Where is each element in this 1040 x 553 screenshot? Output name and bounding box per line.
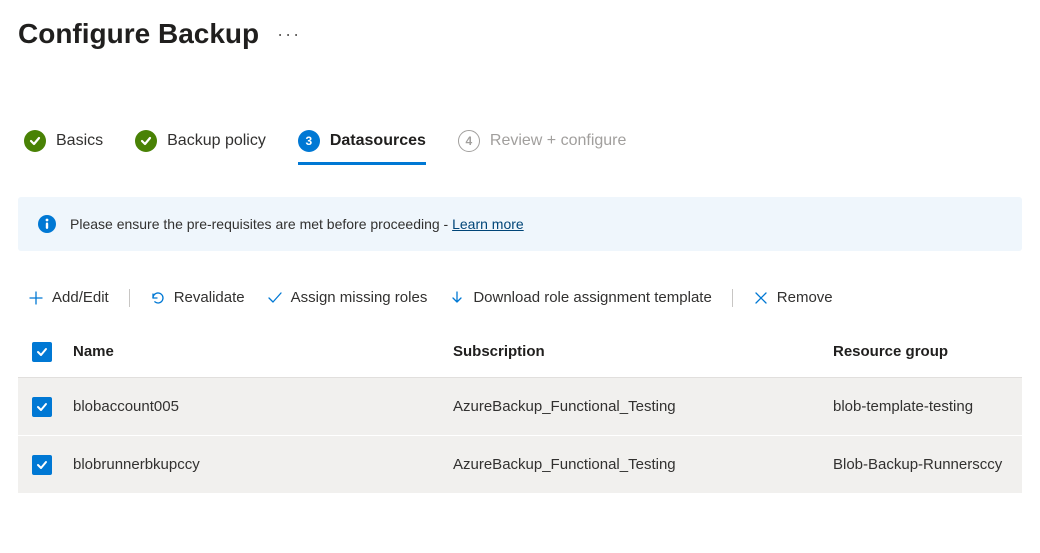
cell-resource-group: blob-template-testing bbox=[833, 388, 1022, 425]
checkmark-icon bbox=[24, 130, 46, 152]
separator bbox=[129, 289, 130, 307]
select-all-checkbox[interactable] bbox=[32, 342, 52, 362]
cell-name: blobaccount005 bbox=[73, 388, 453, 425]
info-banner: Please ensure the pre-requisites are met… bbox=[18, 197, 1022, 251]
action-label: Assign missing roles bbox=[291, 289, 428, 306]
wizard-steps: Basics Backup policy 3 Datasources 4 Rev… bbox=[18, 80, 1022, 165]
cell-name: blobrunnerbkupccy bbox=[73, 446, 453, 483]
step-basics[interactable]: Basics bbox=[24, 122, 103, 165]
info-icon bbox=[38, 215, 56, 233]
step-number-badge: 4 bbox=[458, 130, 480, 152]
add-edit-button[interactable]: Add/Edit bbox=[22, 285, 115, 310]
step-label: Basics bbox=[56, 132, 103, 150]
step-backup-policy[interactable]: Backup policy bbox=[135, 122, 266, 165]
action-label: Add/Edit bbox=[52, 289, 109, 306]
column-name[interactable]: Name bbox=[73, 333, 453, 370]
step-number-badge: 3 bbox=[298, 130, 320, 152]
cell-subscription: AzureBackup_Functional_Testing bbox=[453, 446, 833, 483]
table-row[interactable]: blobaccount005 AzureBackup_Functional_Te… bbox=[18, 378, 1022, 436]
remove-button[interactable]: Remove bbox=[747, 285, 839, 310]
step-review-configure[interactable]: 4 Review + configure bbox=[458, 122, 627, 165]
plus-icon bbox=[28, 290, 44, 306]
action-label: Revalidate bbox=[174, 289, 245, 306]
revalidate-button[interactable]: Revalidate bbox=[144, 285, 251, 310]
step-label: Review + configure bbox=[490, 132, 627, 150]
datasources-table: Name Subscription Resource group blobacc… bbox=[18, 326, 1022, 494]
row-checkbox[interactable] bbox=[32, 397, 52, 417]
cell-resource-group: Blob-Backup-Runnersccy bbox=[833, 446, 1022, 483]
step-label: Datasources bbox=[330, 132, 426, 150]
step-datasources[interactable]: 3 Datasources bbox=[298, 122, 426, 165]
refresh-icon bbox=[150, 290, 166, 306]
checkmark-icon bbox=[267, 290, 283, 306]
close-icon bbox=[753, 290, 769, 306]
step-label: Backup policy bbox=[167, 132, 266, 150]
toolbar: Add/Edit Revalidate Assign missing roles… bbox=[18, 251, 1022, 326]
info-message: Please ensure the pre-requisites are met… bbox=[70, 216, 452, 232]
info-text: Please ensure the pre-requisites are met… bbox=[70, 216, 524, 232]
column-subscription[interactable]: Subscription bbox=[453, 333, 833, 370]
cell-subscription: AzureBackup_Functional_Testing bbox=[453, 388, 833, 425]
action-label: Download role assignment template bbox=[473, 289, 711, 306]
row-checkbox[interactable] bbox=[32, 455, 52, 475]
action-label: Remove bbox=[777, 289, 833, 306]
checkmark-icon bbox=[135, 130, 157, 152]
download-template-button[interactable]: Download role assignment template bbox=[443, 285, 717, 310]
learn-more-link[interactable]: Learn more bbox=[452, 216, 524, 232]
table-row[interactable]: blobrunnerbkupccy AzureBackup_Functional… bbox=[18, 436, 1022, 494]
separator bbox=[732, 289, 733, 307]
download-icon bbox=[449, 290, 465, 306]
assign-missing-roles-button[interactable]: Assign missing roles bbox=[261, 285, 434, 310]
page-title: Configure Backup bbox=[18, 18, 259, 50]
column-resource-group[interactable]: Resource group bbox=[833, 333, 1022, 370]
overflow-menu-icon[interactable]: ··· bbox=[277, 24, 301, 45]
table-header: Name Subscription Resource group bbox=[18, 326, 1022, 378]
